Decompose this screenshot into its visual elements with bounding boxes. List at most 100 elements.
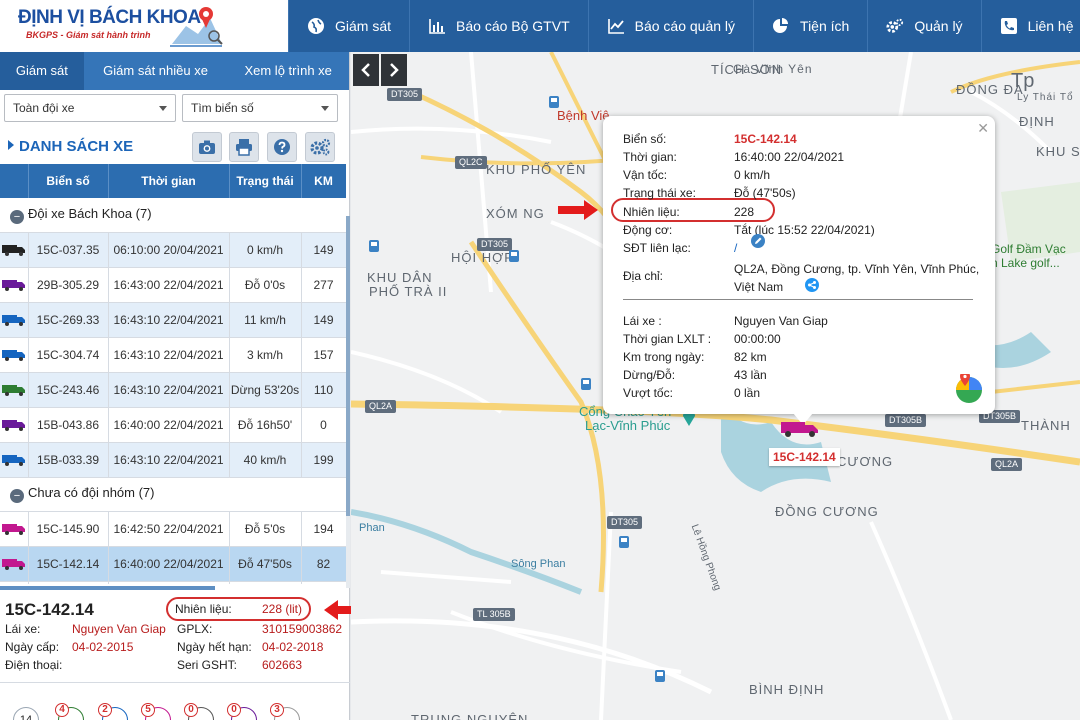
plate-search-select[interactable]: Tìm biển số [182,94,338,122]
popup-row-value: 228 [734,205,755,219]
share-icon[interactable] [805,278,819,292]
table-row[interactable]: 15C-145.90 16:42:50 22/04/2021 Đỗ 5'0s 194 [0,511,346,547]
group-header[interactable]: − Đội xe Bách Khoa (7) [0,198,346,233]
table-row[interactable]: 15B-043.86 16:40:00 22/04/2021 Đỗ 16h50' 0 [0,407,346,443]
cell-km: 149 [301,232,346,268]
popup-row-value: Nguyen Van Giap [734,314,828,328]
popup-row-label: Địa chỉ: [623,269,664,283]
table-row[interactable]: 29B-305.29 16:43:00 22/04/2021 Đỗ 0'0s 277 [0,267,346,303]
popup-row-value: 0 lần [734,386,761,400]
settings-icon [310,138,331,156]
cell-plate: 15C-145.90 [28,511,109,547]
globe-icon [307,17,325,35]
nav-tien-ich[interactable]: Tiện ích [753,0,867,52]
line-chart-icon [607,17,625,35]
cell-status: 40 km/h [229,442,302,478]
print-button[interactable] [229,132,259,162]
table-row[interactable]: 15C-269.33 16:43:10 22/04/2021 11 km/h 149 [0,302,346,338]
table-row[interactable]: 15C-037.35 06:10:00 20/04/2021 0 km/h 149 [0,232,346,268]
nav-label: Tiện ích [800,18,850,34]
column-header-status[interactable]: Trạng thái [229,164,302,198]
table-row[interactable]: 15C-142.14 16:40:00 22/04/2021 Đỗ 47'50s 82 [0,546,346,582]
nav-giam-sat[interactable]: Giám sát [288,0,409,52]
vehicle-list-scrollbar[interactable] [346,216,350,588]
tab-giam-sat-nhieu-xe[interactable]: Giám sát nhiều xe [84,52,228,90]
table-row[interactable]: 15C-243.46 16:43:10 22/04/2021 Dừng 53'20s… [0,372,346,408]
settings-button[interactable] [305,132,335,162]
cell-time: 06:10:00 20/04/2021 [108,232,230,268]
vehicle-plate-label[interactable]: 15C-142.14 [769,448,840,466]
collapse-icon[interactable]: − [10,209,24,224]
help-button[interactable] [267,132,297,162]
group-row[interactable]: − Chưa có đội nhóm (7) [0,477,346,512]
map-label: Ly Thái Tổ [1017,92,1074,103]
road-shield: QL2C [455,156,487,169]
table-header-row: Biển số Thời gian Trạng thái KM [0,164,346,198]
brand-subtitle: BKGPS - Giám sát hành trình [26,30,151,40]
table-row[interactable]: 15C-304.74 16:43:10 22/04/2021 3 km/h 157 [0,337,346,373]
map-label: Lạc-Vĩnh Phúc [585,418,671,433]
column-header-km[interactable]: KM [301,164,346,198]
nav-lien-he[interactable]: Liên hệ [980,0,1080,52]
detail-phone-label: Điện thoại: [5,658,63,672]
road-shield: DT305B [885,414,927,427]
map-next-button[interactable] [381,54,407,86]
total-vehicles-count[interactable]: 14 [13,707,39,720]
road-shield: DT305 [477,238,513,251]
column-header-time[interactable]: Thời gian [108,164,230,198]
vehicle-list-title[interactable]: DANH SÁCH XE [8,138,133,155]
cell-km: 199 [301,442,346,478]
group-header[interactable]: − Chưa có đội nhóm (7) [0,477,346,512]
bus-stop-icon [619,536,629,548]
cell-status: Đỗ 0'0s [229,267,302,303]
nav-label: Giám sát [335,18,392,34]
map-label: TÍCH SƠN [711,62,783,77]
map-prev-button[interactable] [353,54,379,86]
cell-km: 277 [301,267,346,303]
vehicle-table-body: − Đội xe Bách Khoa (7) 15C-037.35 06:10:00 … [0,198,346,584]
popup-row-value: 00:00:00 [734,332,781,346]
cell-plate: 15B-033.39 [28,442,109,478]
horizontal-scrollbar[interactable] [0,586,215,590]
group-row[interactable]: − Đội xe Bách Khoa (7) [0,198,346,233]
cell-plate: 15C-304.74 [28,337,109,373]
nav-label: Liên hệ [1027,18,1074,34]
truck-marker-icon[interactable] [781,420,821,438]
nav-bao-cao-quan-ly[interactable]: Báo cáo quản lý [587,0,753,52]
popup-row-label: Vận tốc: [623,168,668,182]
truck-icon [1,523,25,535]
cell-status: Đỗ 16h50' [229,407,302,443]
table-row[interactable]: 15B-033.39 16:43:10 22/04/2021 40 km/h 199 [0,442,346,478]
cell-plate: 15B-043.86 [28,407,109,443]
camera-button[interactable] [192,132,222,162]
tab-giam-sat[interactable]: Giám sát [0,52,84,90]
cell-plate: 15C-243.46 [28,372,109,408]
map-label: HỘI HỢP [451,250,514,265]
popup-row-label: Động cơ: [623,223,673,237]
google-maps-icon[interactable] [955,374,983,404]
vehicle-type-cell [0,372,29,408]
nav-label: Báo cáo Bộ GTVT [456,18,570,34]
road-shield: QL2A [365,400,397,413]
edit-icon[interactable] [751,234,765,248]
table-row[interactable]: 15C-282.1316:43:10 22/04/2021Dừng 0'50s4… [0,581,346,584]
nav-label: Quản lý [914,18,963,34]
cell-status: Dừng 0'50s [229,581,302,584]
close-icon[interactable]: ✕ [977,120,989,137]
vehicle-type-cell [0,511,29,547]
map-label: Golf Đầm Vạc [991,242,1066,256]
fleet-select[interactable]: Toàn đội xe [4,94,176,122]
column-header-plate[interactable]: Biển số [28,164,109,198]
popup-row-value: / [734,241,738,255]
cell-time: 16:42:50 22/04/2021 [108,511,230,547]
nav-quan-ly[interactable]: Quản lý [867,0,980,52]
scrollbar-thumb[interactable] [346,216,350,516]
stopped-count-badge: 2 [98,703,112,717]
nav-bao-cao-bo-gtvt[interactable]: Báo cáo Bộ GTVT [409,0,588,52]
collapse-icon[interactable]: − [10,489,24,503]
cell-time: 16:43:10 22/04/2021 [108,372,230,408]
tab-xem-lo-trinh-xe[interactable]: Xem lộ trình xe [227,52,349,90]
map-view[interactable]: Gà Vĩnh Yên TÍCH SƠN ĐỒNG ĐA Tp Ly Thái … [351,52,1080,720]
truck-icon [1,558,25,570]
brand-logo[interactable]: ĐỊNH VỊ BÁCH KHOA BKGPS - Giám sát hành … [0,0,288,52]
